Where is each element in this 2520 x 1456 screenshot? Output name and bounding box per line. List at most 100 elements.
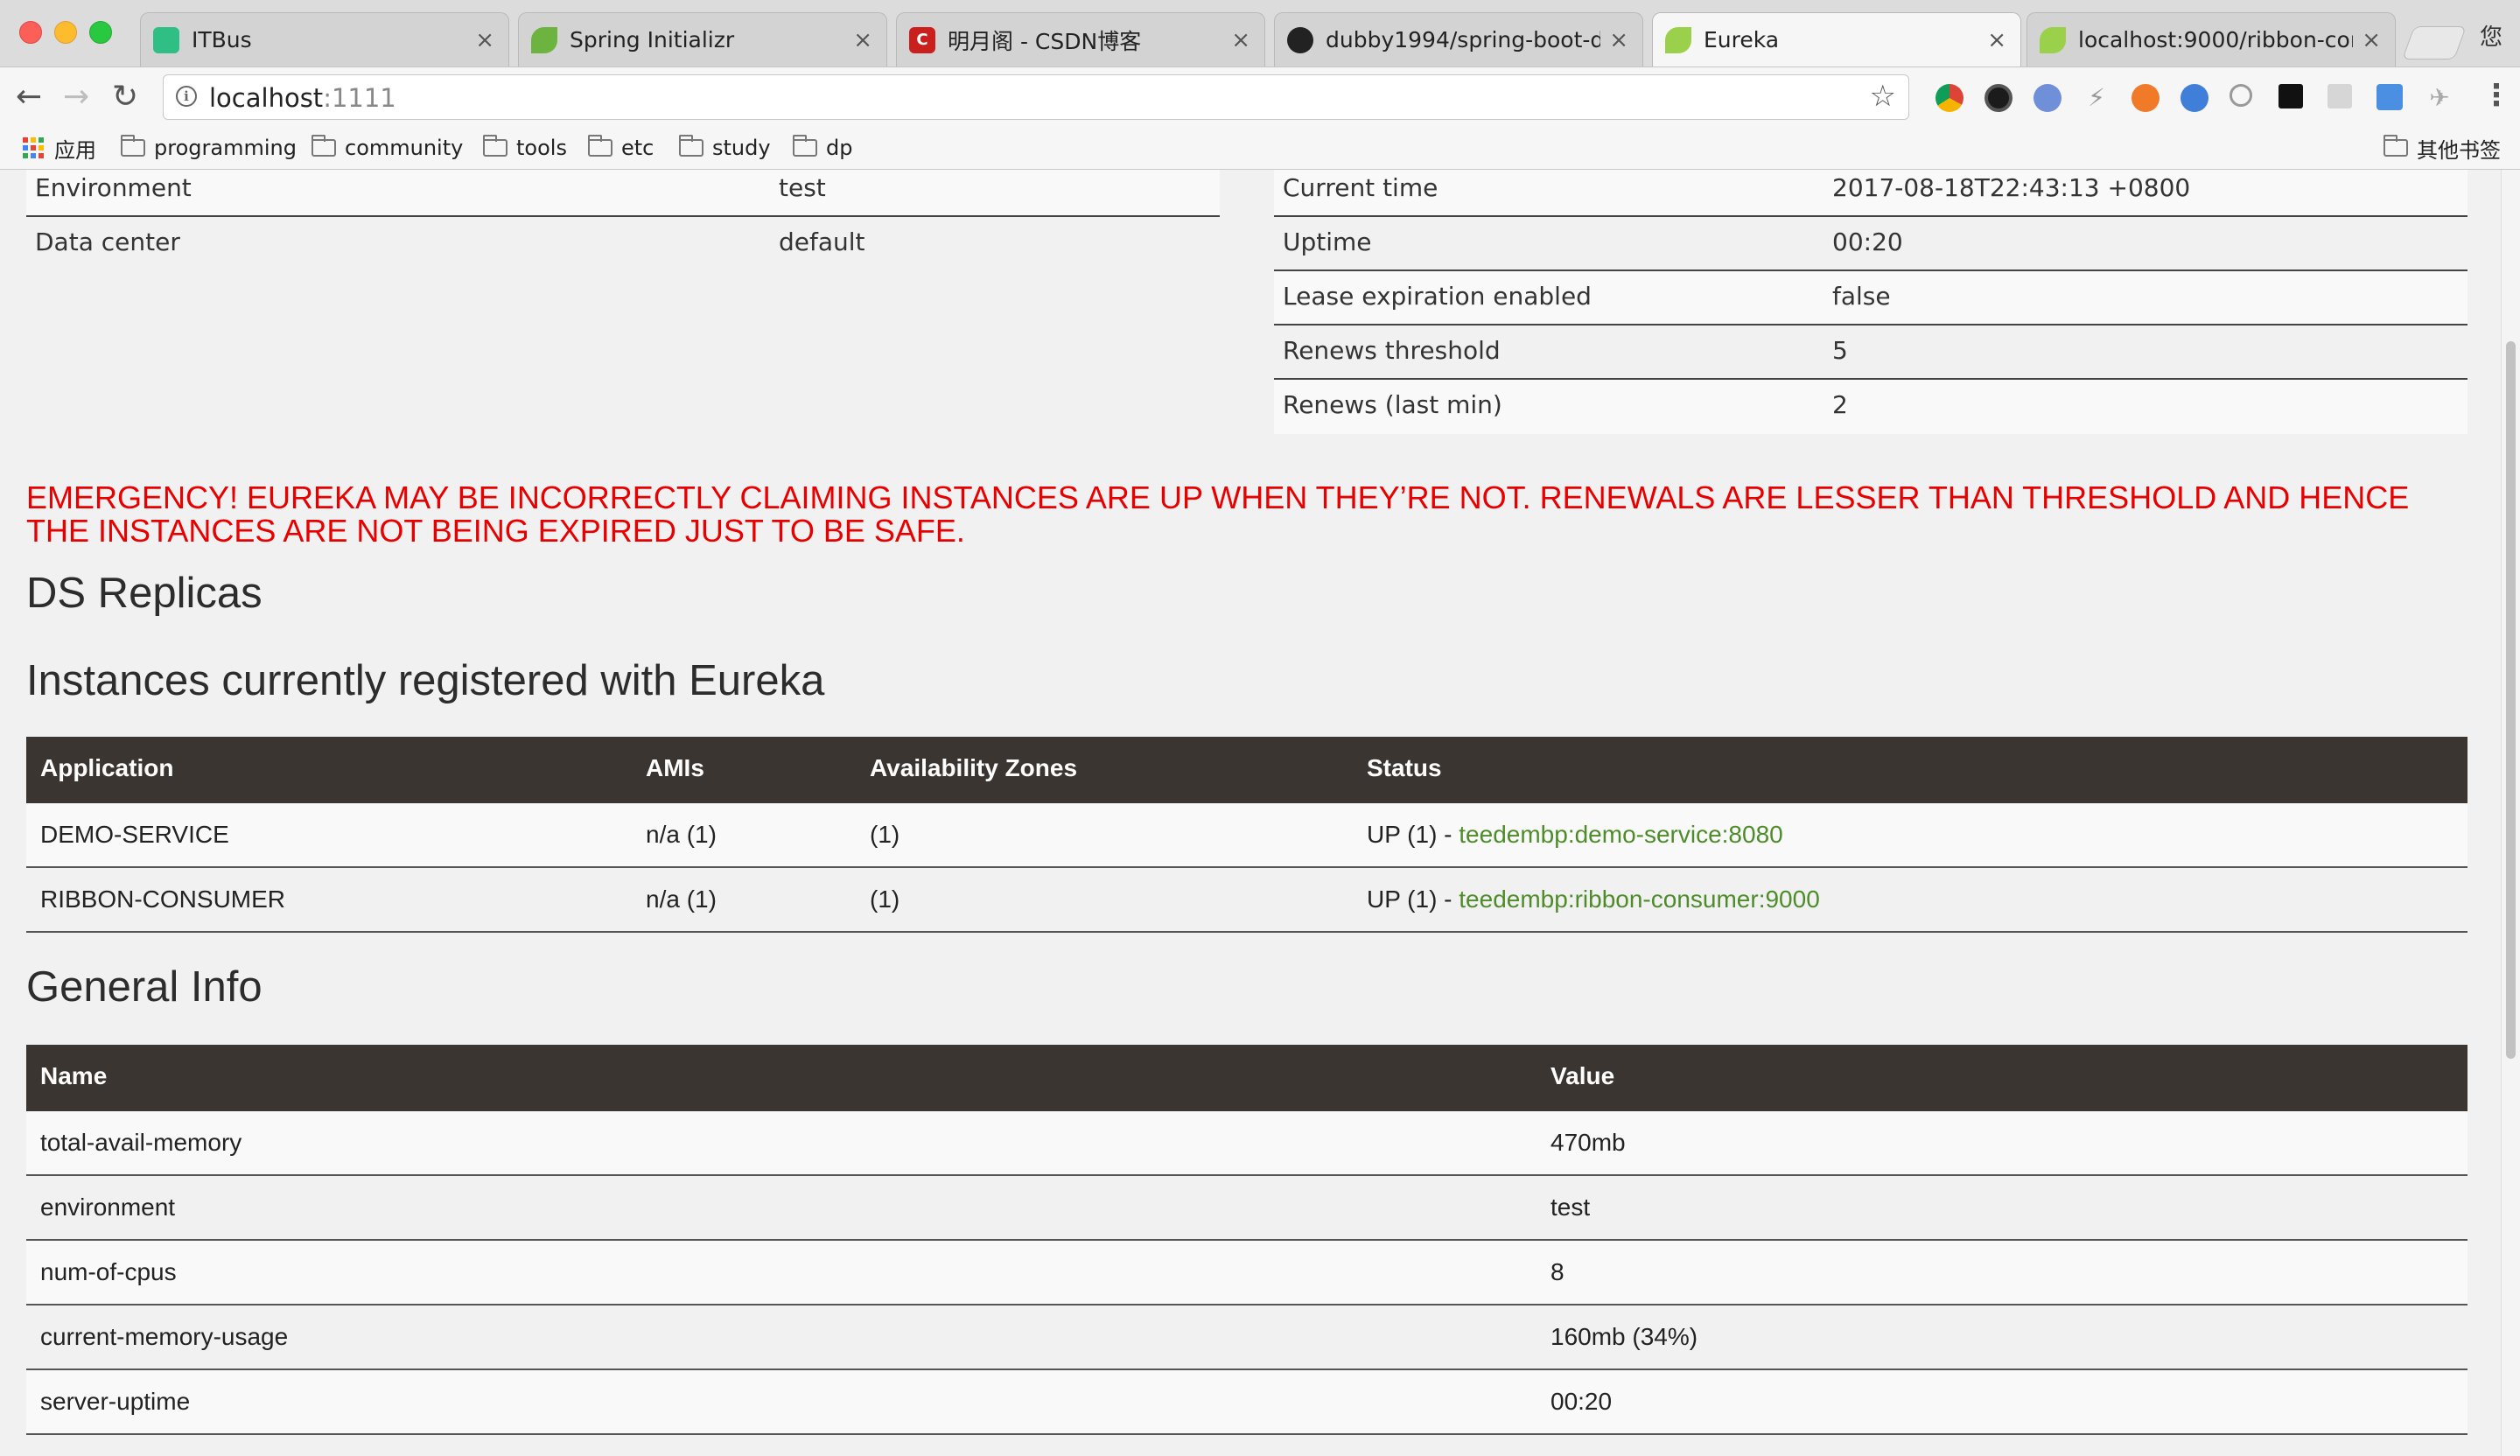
- bookmark-apps[interactable]: 应用: [23, 134, 96, 163]
- col-value: Value: [1550, 1062, 1615, 1089]
- spring-leaf-icon: [1665, 26, 1691, 53]
- status-info-value: 2: [1832, 390, 1848, 419]
- bookmark-folder[interactable]: study: [679, 134, 771, 162]
- instances-table-header: Application AMIs Availability Zones Stat…: [26, 737, 2468, 803]
- instance-amis: n/a (1): [646, 886, 717, 913]
- extension-chrome-icon[interactable]: [1936, 84, 1964, 112]
- general-info-table-header: Name Value: [26, 1045, 2468, 1111]
- bookmark-folder-label: programming: [154, 136, 297, 160]
- folder-icon: [679, 135, 704, 157]
- general-info-name: current-memory-usage: [40, 1323, 289, 1350]
- instance-link[interactable]: teedembp:ribbon-consumer:9000: [1459, 886, 1819, 913]
- browser-toolbar: ← → ↻ i localhost:1111 ☆ ⚡ ✈ ⋮: [0, 67, 2520, 127]
- extension-jh-icon[interactable]: [2376, 84, 2403, 110]
- emergency-warning: EMERGENCY! EUREKA MAY BE INCORRECTLY CLA…: [26, 480, 2410, 549]
- browser-tab[interactable]: ITBus ×: [140, 12, 509, 66]
- bookmark-folder[interactable]: dp: [793, 134, 852, 162]
- browser-tab[interactable]: Eureka ×: [1652, 12, 2021, 66]
- tab-title: Eureka: [1704, 27, 1780, 52]
- extension-reader-icon[interactable]: [2328, 84, 2352, 108]
- instance-link[interactable]: teedembp:demo-service:8080: [1459, 821, 1782, 848]
- close-tab-icon[interactable]: ×: [475, 27, 494, 53]
- bookmark-star-icon[interactable]: ☆: [1870, 79, 1896, 114]
- extension-globe-icon[interactable]: [2180, 84, 2208, 112]
- extension-lightning-icon[interactable]: ⚡: [2082, 84, 2110, 112]
- itbus-house-icon: [153, 26, 179, 53]
- instance-application: RIBBON-CONSUMER: [40, 886, 286, 913]
- extension-jb-icon[interactable]: [2278, 84, 2303, 108]
- browser-tab[interactable]: C 明月阁 - CSDN博客 ×: [896, 12, 1265, 66]
- status-info-name: Current time: [1283, 173, 1438, 202]
- status-info-value: 00:20: [1832, 228, 1903, 256]
- bookmark-folder[interactable]: community: [312, 134, 463, 162]
- instance-zones: (1): [870, 886, 900, 913]
- bookmark-other[interactable]: 其他书签: [2384, 134, 2501, 163]
- general-info-row: total-avail-memory 470mb: [26, 1111, 2468, 1176]
- close-tab-icon[interactable]: ×: [1609, 27, 1628, 53]
- status-info-row: Lease expiration enabled false: [1274, 271, 2468, 326]
- reload-icon[interactable]: ↻: [112, 80, 138, 115]
- instance-zones: (1): [870, 821, 900, 848]
- extension-orange-icon[interactable]: [2132, 84, 2160, 112]
- instance-row: RIBBON-CONSUMER n/a (1) (1) UP (1) - teedem…: [26, 868, 2468, 933]
- general-info-row: environment test: [26, 1176, 2468, 1241]
- new-tab-button[interactable]: [2402, 26, 2467, 60]
- col-zones: Availability Zones: [870, 754, 1078, 781]
- bookmark-folder[interactable]: tools: [483, 134, 567, 162]
- close-tab-icon[interactable]: ×: [1987, 27, 2006, 53]
- bookmark-folder[interactable]: etc: [588, 134, 654, 162]
- browser-tab[interactable]: Spring Initializr ×: [518, 12, 887, 66]
- general-info-name: total-avail-memory: [40, 1129, 242, 1156]
- address-url: localhost:1111: [209, 83, 396, 113]
- folder-icon: [793, 135, 817, 157]
- status-info-name: Renews (last min): [1283, 390, 1502, 419]
- browser-tab[interactable]: localhost:9000/ribbon-cons ×: [2026, 12, 2396, 66]
- bookmark-other-label: 其他书签: [2417, 137, 2501, 163]
- browser-menu-icon[interactable]: ⋮: [2482, 78, 2511, 113]
- bookmark-folder-label: dp: [826, 136, 853, 160]
- col-application: Application: [40, 754, 174, 781]
- status-info-value: 2017-08-18T22:43:13 +0800: [1832, 173, 2191, 202]
- close-tab-icon[interactable]: ×: [2362, 27, 2381, 53]
- url-port: :1111: [323, 83, 396, 113]
- extension-translate-icon[interactable]: [2034, 84, 2062, 112]
- close-tab-icon[interactable]: ×: [853, 27, 872, 53]
- forward-arrow-icon[interactable]: →: [63, 80, 89, 115]
- extension-plane-icon[interactable]: ✈: [2426, 84, 2454, 112]
- bookmark-folder-label: study: [712, 136, 771, 160]
- status-info-name: Uptime: [1283, 228, 1372, 256]
- back-arrow-icon[interactable]: ←: [16, 80, 42, 115]
- extension-camera-icon[interactable]: [1984, 84, 2012, 112]
- bookmark-folder[interactable]: programming: [121, 134, 297, 162]
- profile-button[interactable]: 您: [2480, 19, 2502, 52]
- col-status: Status: [1367, 754, 1442, 781]
- col-name: Name: [40, 1062, 108, 1089]
- env-info-name: Environment: [35, 173, 192, 202]
- close-window-button[interactable]: [19, 21, 42, 44]
- info-icon[interactable]: i: [176, 86, 197, 107]
- bookmark-apps-label: 应用: [54, 137, 96, 163]
- bookmark-folder-label: etc: [621, 136, 654, 160]
- page-scrollbar[interactable]: [2501, 170, 2520, 1456]
- general-info-value: test: [1550, 1194, 1591, 1221]
- minimize-window-button[interactable]: [54, 21, 77, 44]
- env-info-value: test: [779, 173, 826, 202]
- instance-row: DEMO-SERVICE n/a (1) (1) UP (1) - teedembp:…: [26, 803, 2468, 868]
- close-tab-icon[interactable]: ×: [1231, 27, 1250, 53]
- spring-leaf-icon: [531, 26, 557, 53]
- folder-icon: [312, 135, 336, 157]
- maximize-window-button[interactable]: [89, 21, 112, 44]
- address-bar[interactable]: i localhost:1111 ☆: [163, 74, 1909, 120]
- general-info-row: server-uptime 00:20: [26, 1370, 2468, 1435]
- status-info-name: Lease expiration enabled: [1283, 282, 1592, 311]
- col-amis: AMIs: [646, 754, 704, 781]
- scrollbar-thumb[interactable]: [2506, 341, 2516, 1059]
- csdn-icon: C: [909, 26, 935, 53]
- folder-icon: [588, 135, 612, 157]
- apps-grid-icon: [23, 137, 44, 158]
- browser-tab[interactable]: dubby1994/spring-boot-de ×: [1274, 12, 1643, 66]
- tab-title: Spring Initializr: [570, 27, 735, 52]
- extension-search-icon[interactable]: [2230, 84, 2252, 107]
- instance-status-text: UP (1) -: [1367, 886, 1460, 913]
- general-info-row: num-of-cpus 8: [26, 1241, 2468, 1306]
